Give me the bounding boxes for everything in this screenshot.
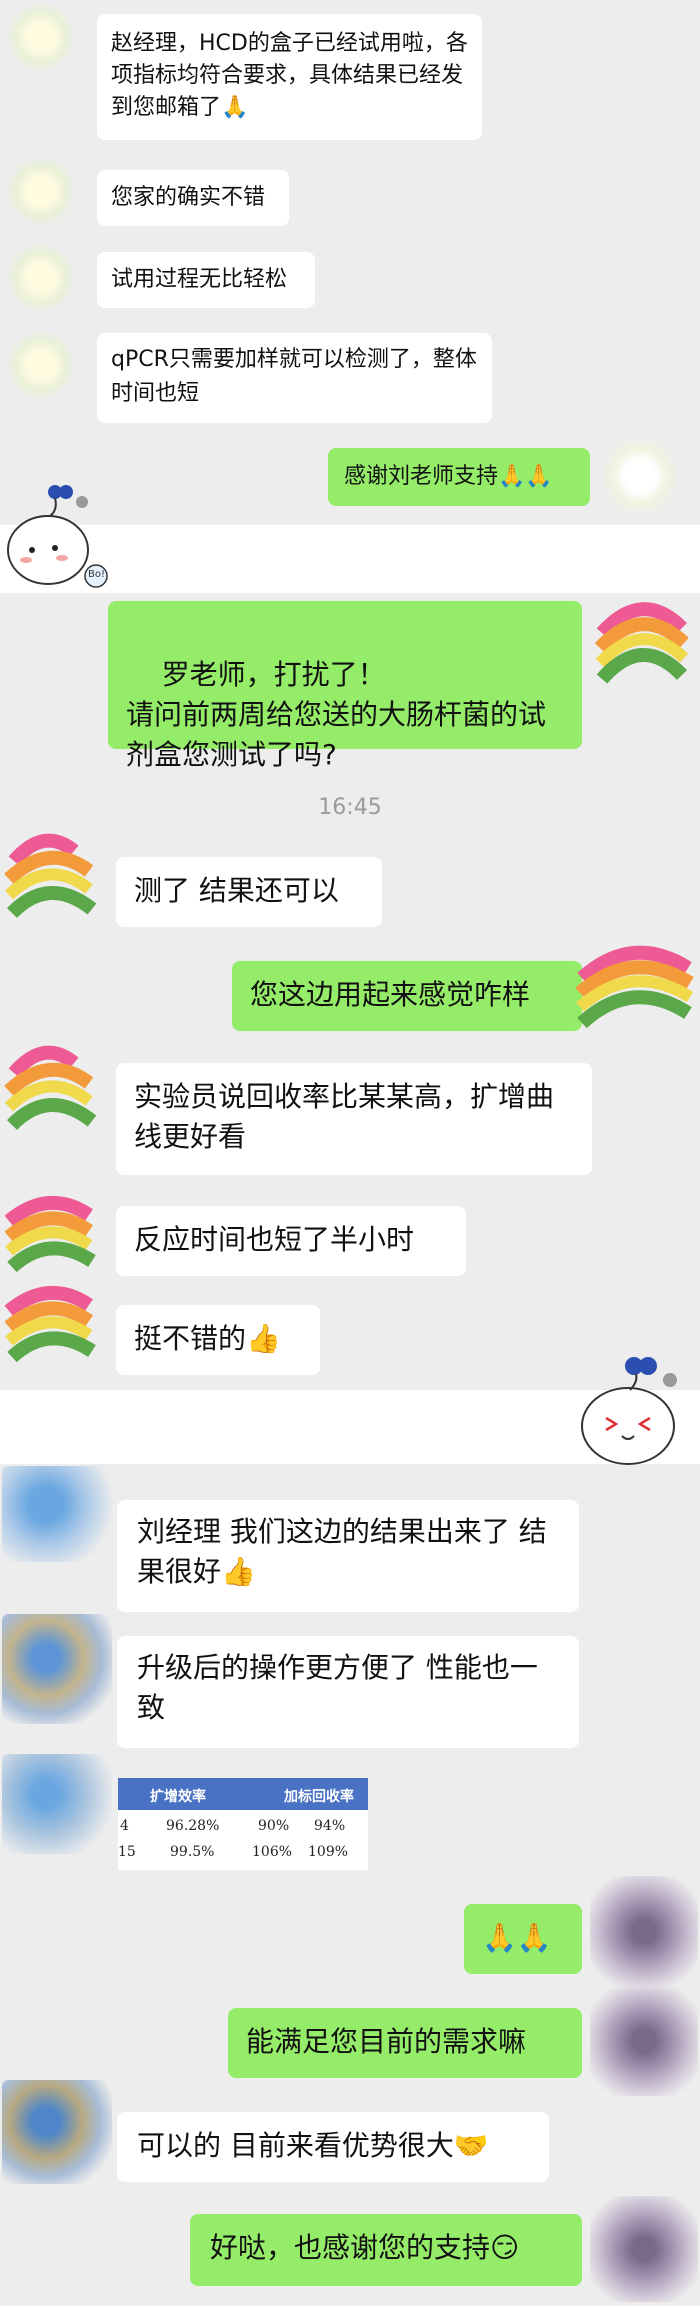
- table-cell: 4: [120, 1818, 129, 1834]
- table-cell: 15: [118, 1844, 136, 1860]
- message-bubble[interactable]: 赵经理，HCD的盒子已经试用啦，各项指标均符合要求，具体结果已经发到您邮箱了🙏: [97, 14, 482, 140]
- message-text: qPCR只需要加样就可以检测了，整体时间也短: [111, 347, 477, 406]
- message-text: 测了 结果还可以: [134, 874, 339, 907]
- user-avatar[interactable]: [590, 1876, 698, 1986]
- table-cell: 109%: [308, 1844, 349, 1860]
- message-text: 挺不错的👍: [134, 1322, 281, 1355]
- message-bubble[interactable]: 可以的 目前来看优势很大🤝: [117, 2112, 549, 2182]
- rainbow-avatar-icon: [4, 1286, 96, 1363]
- sticker-text: Bo!: [88, 569, 105, 580]
- table-cell: 90%: [258, 1818, 290, 1834]
- message-bubble[interactable]: 罗老师，打扰了！ 请问前两周给您送的大肠杆菌的试剂盒您测试了吗?: [108, 601, 582, 771]
- sticker-mascot: [572, 1348, 692, 1468]
- table-cell: 106%: [252, 1844, 293, 1860]
- user-avatar[interactable]: [590, 2196, 698, 2302]
- message-text: 升级后的操作更方便了 性能也一致: [137, 1651, 538, 1724]
- message-bubble[interactable]: 升级后的操作更方便了 性能也一致: [117, 1636, 579, 1748]
- message-bubble[interactable]: 能满足您目前的需求嘛: [228, 2008, 582, 2078]
- rainbow-avatar-icon: [575, 945, 694, 1029]
- message-bubble[interactable]: 测了 结果还可以: [116, 857, 382, 927]
- message-bubble[interactable]: 您这边用起来感觉咋样: [232, 961, 582, 1031]
- user-avatar[interactable]: [592, 593, 688, 693]
- message-text: 🙏🙏: [482, 1921, 552, 1954]
- contact-avatar[interactable]: [2, 2080, 112, 2184]
- message-bubble[interactable]: 反应时间也短了半小时: [116, 1206, 466, 1276]
- message-bubble[interactable]: 刘经理 我们这边的结果出来了 结果很好👍: [117, 1500, 579, 1612]
- mascot-icon: [581, 1357, 677, 1465]
- message-text: 实验员说回收率比某某高，扩增曲线更好看: [134, 1080, 555, 1153]
- message-bubble[interactable]: 感谢刘老师支持🙏🙏: [328, 448, 590, 506]
- user-avatar[interactable]: [572, 933, 698, 1033]
- message-bubble[interactable]: 您家的确实不错: [97, 170, 289, 226]
- message-text: 刘经理 我们这边的结果出来了 结果很好👍: [137, 1515, 547, 1588]
- table-cell: 94%: [314, 1818, 346, 1834]
- contact-avatar[interactable]: [4, 1043, 100, 1143]
- message-bubble[interactable]: 试用过程无比轻松: [97, 252, 315, 308]
- message-bubble[interactable]: qPCR只需要加样就可以检测了，整体时间也短: [97, 333, 492, 423]
- message-text: 赵经理，HCD的盒子已经试用啦，各项指标均符合要求，具体结果已经发到您邮箱了🙏: [111, 31, 468, 120]
- message-bubble[interactable]: 🙏🙏: [464, 1904, 582, 1974]
- message-text: 好哒，也感谢您的支持😏: [210, 2231, 520, 2264]
- user-avatar[interactable]: [590, 1986, 698, 2096]
- sticker-mascot: Bo!: [0, 480, 110, 590]
- results-table-image[interactable]: 扩增效率 加标回收率 4 96.28% 90% 94% 15 99.5% 106…: [118, 1778, 368, 1870]
- contact-avatar[interactable]: [8, 158, 74, 224]
- contact-avatar[interactable]: [8, 245, 74, 311]
- message-text: 罗老师，打扰了！ 请问前两周给您送的大肠杆菌的试剂盒您测试了吗?: [126, 658, 547, 771]
- contact-avatar[interactable]: [4, 831, 100, 931]
- chat-section-2: 罗老师，打扰了！ 请问前两周给您送的大肠杆菌的试剂盒您测试了吗? 16:45 测…: [0, 593, 700, 1383]
- table-header-cell: 加标回收率: [284, 1789, 354, 1805]
- message-text: 感谢刘老师支持🙏🙏: [344, 464, 553, 489]
- user-avatar[interactable]: [604, 440, 676, 512]
- message-bubble[interactable]: 实验员说回收率比某某高，扩增曲线更好看: [116, 1063, 592, 1175]
- message-text: 可以的 目前来看优势很大🤝: [137, 2129, 489, 2162]
- rainbow-avatar-icon: [4, 1196, 96, 1273]
- contact-avatar[interactable]: [4, 1193, 100, 1273]
- message-bubble[interactable]: 挺不错的👍: [116, 1305, 320, 1375]
- message-text: 反应时间也短了半小时: [134, 1223, 415, 1256]
- rainbow-avatar-icon: [594, 602, 688, 684]
- contact-avatar[interactable]: [2, 1754, 112, 1854]
- rainbow-avatar-icon: [4, 833, 97, 919]
- table-header-cell: 扩增效率: [150, 1789, 206, 1805]
- message-text: 您家的确实不错: [111, 185, 266, 210]
- contact-avatar[interactable]: [2, 1466, 112, 1562]
- message-text: 能满足您目前的需求嘛: [246, 2025, 527, 2058]
- table-cell: 96.28%: [166, 1818, 220, 1834]
- contact-avatar[interactable]: [4, 1283, 100, 1373]
- contact-avatar[interactable]: [8, 332, 74, 398]
- message-text: 您这边用起来感觉咋样: [250, 978, 531, 1011]
- contact-avatar[interactable]: [8, 4, 74, 70]
- timestamp: 16:45: [318, 795, 382, 820]
- rainbow-avatar-icon: [4, 1045, 97, 1131]
- contact-avatar[interactable]: [2, 1614, 112, 1724]
- table-cell: 99.5%: [170, 1844, 215, 1860]
- message-bubble[interactable]: 好哒，也感谢您的支持😏: [190, 2214, 582, 2286]
- message-text: 试用过程无比轻松: [111, 267, 288, 292]
